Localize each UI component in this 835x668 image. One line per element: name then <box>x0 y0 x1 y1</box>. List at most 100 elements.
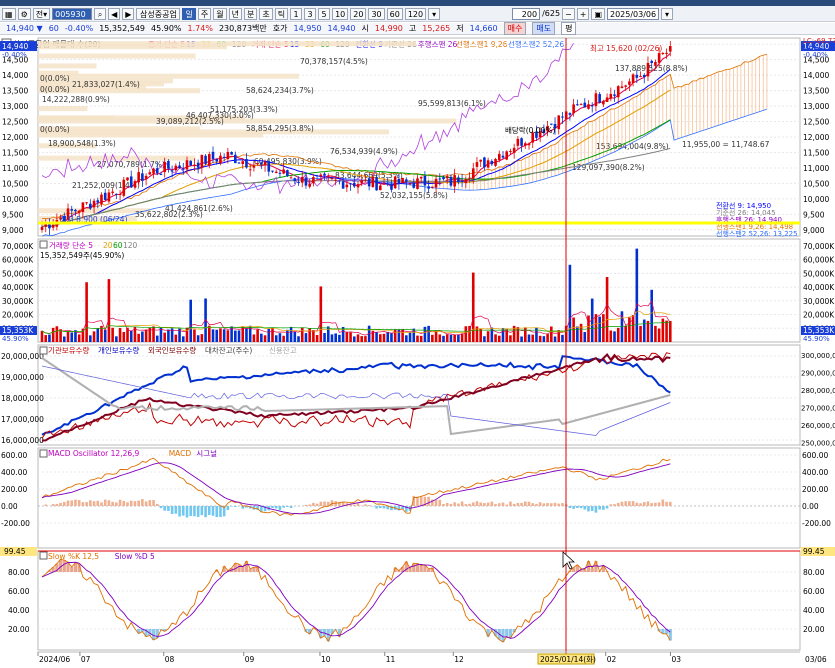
quote-bar: 14,940 ▼ 60 -0.40% 15,352,549 45.90% 1.7… <box>0 23 835 35</box>
candle-body <box>294 178 297 181</box>
volume-bar <box>152 326 155 342</box>
macd-oscillator-bar <box>368 505 371 506</box>
price-axis-label-right: 10,500 <box>803 179 829 188</box>
low-price: 14,660 <box>470 24 498 33</box>
candle-body <box>234 155 237 163</box>
candle-body <box>643 75 646 77</box>
volume-bar <box>41 331 44 342</box>
candle-body <box>297 182 300 183</box>
period-second-button[interactable]: 초 <box>259 8 272 20</box>
volume-axis-label: 40,000K <box>2 283 34 292</box>
volume-bar <box>528 335 531 342</box>
buy-button[interactable]: 매수 <box>504 22 527 35</box>
macd-oscillator-bar <box>70 500 73 506</box>
candle-body <box>505 151 508 159</box>
volume-bar <box>390 333 393 342</box>
eval-button[interactable]: 평 <box>561 22 576 35</box>
volume-bar <box>442 336 445 342</box>
candle-body <box>152 169 155 174</box>
volume-bar <box>654 326 657 342</box>
chart-menu-icon[interactable]: ▦ <box>2 8 16 20</box>
zoom-out-icon[interactable]: − <box>562 8 575 20</box>
date-input[interactable]: 2025/03/06 <box>607 8 659 20</box>
period-minute-button[interactable]: 분 <box>244 8 257 20</box>
zoom-in-icon[interactable]: + <box>577 8 590 20</box>
macd-oscillator-bar <box>591 506 594 511</box>
stoch-legend-item: Slow %K 12,5 <box>48 552 99 561</box>
price-axis-label: 11,000 <box>2 164 28 173</box>
minute-120-button[interactable]: 120 <box>405 8 426 20</box>
minute-30-button[interactable]: 30 <box>368 8 384 20</box>
macd-oscillator-bar <box>494 504 497 506</box>
candle-body <box>606 97 609 102</box>
search-icon[interactable]: ⌕ <box>94 8 106 20</box>
candle-body <box>290 177 293 178</box>
volume-bar <box>197 335 200 342</box>
macd-axis-label: 600.00 <box>1 451 27 460</box>
candle-body <box>457 177 460 182</box>
minute-5-button[interactable]: 5 <box>318 8 330 20</box>
macd-oscillator-bar <box>67 501 70 506</box>
period-day-button[interactable]: 일 <box>182 8 195 20</box>
macd-oscillator-bar <box>476 501 479 506</box>
macd-oscillator-bar <box>453 502 456 506</box>
volume-bar <box>215 330 218 342</box>
trade-amount: 230,873백만 <box>219 23 267 34</box>
macd-axis-label: 0.00 <box>1 502 18 511</box>
macd-oscillator-bar <box>89 500 92 506</box>
volume-axis-label: 60,000K <box>2 256 34 265</box>
stoch-axis-label: 40.00 <box>8 606 30 615</box>
volume-profile-label: 58,854,295(3.8%) <box>246 124 314 133</box>
dropdown-arrow-icon[interactable]: ▾ <box>661 8 673 20</box>
macd-oscillator-bar <box>316 504 319 506</box>
macd-oscillator-bar <box>569 506 572 508</box>
period-week-button[interactable]: 주 <box>198 8 211 20</box>
candle-body <box>424 176 427 186</box>
minute-1-button[interactable]: 1 <box>290 8 302 20</box>
macd-oscillator-bar <box>122 501 125 506</box>
volume-profile-label: 52,032,155(5.8%) <box>380 191 448 200</box>
candle-body <box>182 168 185 169</box>
period-month-button[interactable]: 월 <box>213 8 226 20</box>
count-input[interactable]: 200 <box>512 8 540 20</box>
volume-axis-label-right: 70,000K <box>803 242 835 251</box>
macd-oscillator-bar <box>598 506 601 510</box>
price-axis-label: 9,000 <box>2 226 24 235</box>
stock-code-input[interactable]: 005930 <box>52 8 92 20</box>
macd-oscillator-bar <box>446 503 449 506</box>
candle-body <box>654 62 657 65</box>
market-select[interactable]: 전▾ <box>33 8 50 20</box>
candle-body <box>580 104 583 105</box>
minute-3-button[interactable]: 3 <box>304 8 316 20</box>
candle-body <box>271 171 274 172</box>
prev-arrow-icon[interactable]: ◀ <box>108 8 120 20</box>
dropdown-icon[interactable]: ▾ <box>428 8 440 20</box>
volume-bar <box>323 333 326 342</box>
sell-button[interactable]: 매도 <box>532 22 555 35</box>
price-axis-label: 10,000 <box>2 195 28 204</box>
chart-canvas[interactable]: 삼성중공업 매물대 수(30) 종가 단순 5153360120거래 단순 51… <box>0 36 835 665</box>
period-year-button[interactable]: 년 <box>229 8 242 20</box>
macd-oscillator-bar <box>93 501 96 506</box>
candle-body <box>468 178 471 179</box>
price-axis-label: 10,500 <box>2 179 28 188</box>
minute-20-button[interactable]: 20 <box>350 8 366 20</box>
settings-button[interactable]: ⚙ <box>18 8 31 20</box>
volume-bar <box>487 331 490 342</box>
minute-60-button[interactable]: 60 <box>387 8 403 20</box>
volume-bar <box>256 329 259 342</box>
minute-10-button[interactable]: 10 <box>332 8 348 20</box>
holders-axis-label-right: 300,000,000 <box>801 352 835 360</box>
candle-body <box>379 186 382 191</box>
volume-bar <box>145 329 148 342</box>
next-arrow-icon[interactable]: ▶ <box>122 8 134 20</box>
volume-tag-pct: 45.90% <box>2 335 29 343</box>
candle-body <box>204 156 207 164</box>
period-tick-button[interactable]: 틱 <box>275 8 288 20</box>
chart-area[interactable]: 삼성중공업 매물대 수(30) 종가 단순 5153360120거래 단순 51… <box>0 36 835 665</box>
calendar-icon[interactable]: ▣ <box>591 8 605 20</box>
volume-bar <box>375 332 378 342</box>
macd-oscillator-bar <box>108 500 111 506</box>
volume-bar <box>312 330 315 342</box>
macd-oscillator-bar <box>662 500 665 506</box>
